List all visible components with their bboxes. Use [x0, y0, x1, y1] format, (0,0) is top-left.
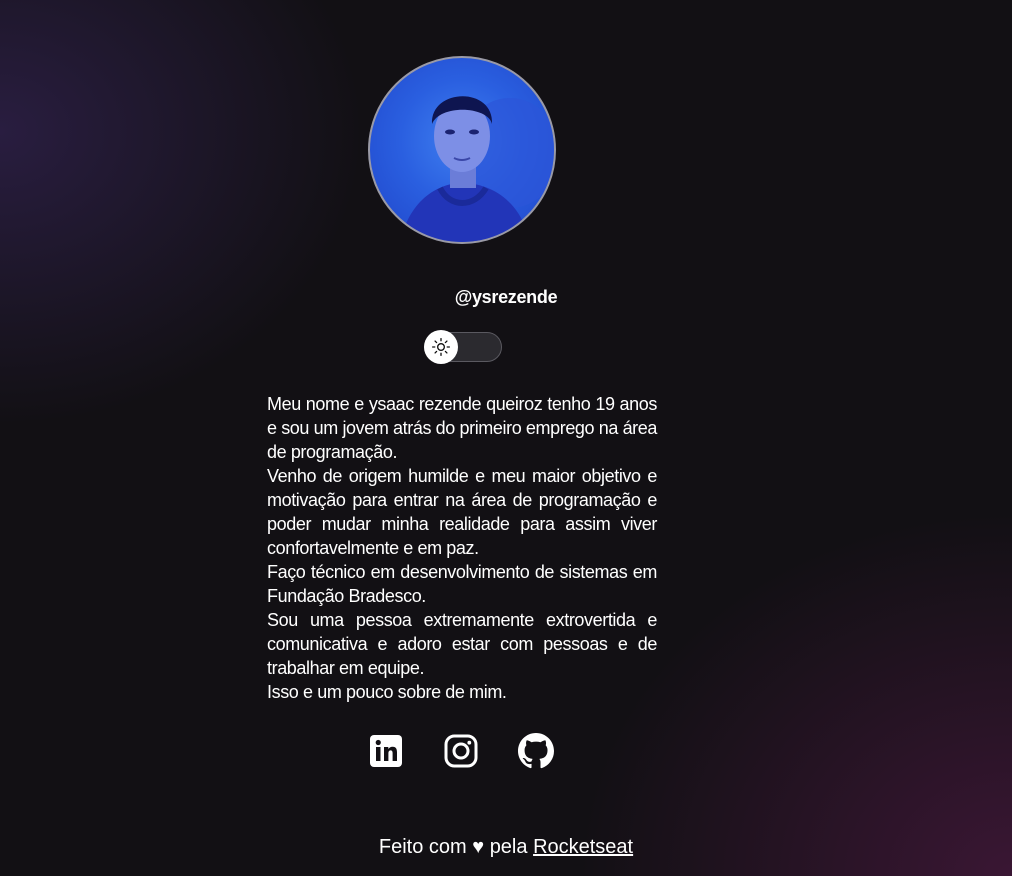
bio-paragraph: Faço técnico em desenvolvimento de siste… [267, 562, 657, 606]
bio-text: Meu nome e ysaac rezende queiroz tenho 1… [267, 392, 657, 704]
username: @ysrezende [454, 287, 558, 307]
github-icon [518, 733, 554, 769]
linkedin-link[interactable] [368, 733, 404, 769]
instagram-icon [444, 734, 478, 768]
theme-toggle-switch[interactable] [424, 330, 502, 364]
instagram-link[interactable] [443, 733, 479, 769]
social-links [368, 733, 568, 769]
footer-text: pela [489, 836, 528, 858]
profile-photo-illustration [400, 96, 554, 242]
github-link[interactable] [518, 733, 554, 769]
rocketseat-link[interactable]: Rocketseat [533, 836, 633, 858]
heart-icon: ♥ [472, 836, 485, 858]
linkedin-icon [370, 735, 402, 767]
footer: Feito com ♥ pela Rocketseat [0, 836, 1012, 859]
bio-paragraph: Isso e um pouco sobre de mim. [267, 682, 507, 702]
bio-paragraph: Sou uma pessoa extremamente extrovertida… [267, 610, 657, 678]
footer-text: Feito com [378, 836, 467, 858]
profile-page: @ysrezende Meu nome e ysaac rezende quei… [0, 0, 1012, 876]
bio-paragraph: Venho de origem humilde e meu maior obje… [267, 466, 657, 558]
theme-toggle-knob[interactable] [424, 330, 458, 364]
sun-icon [432, 338, 450, 356]
avatar [368, 56, 556, 244]
bio-paragraph: Meu nome e ysaac rezende queiroz tenho 1… [267, 394, 658, 462]
